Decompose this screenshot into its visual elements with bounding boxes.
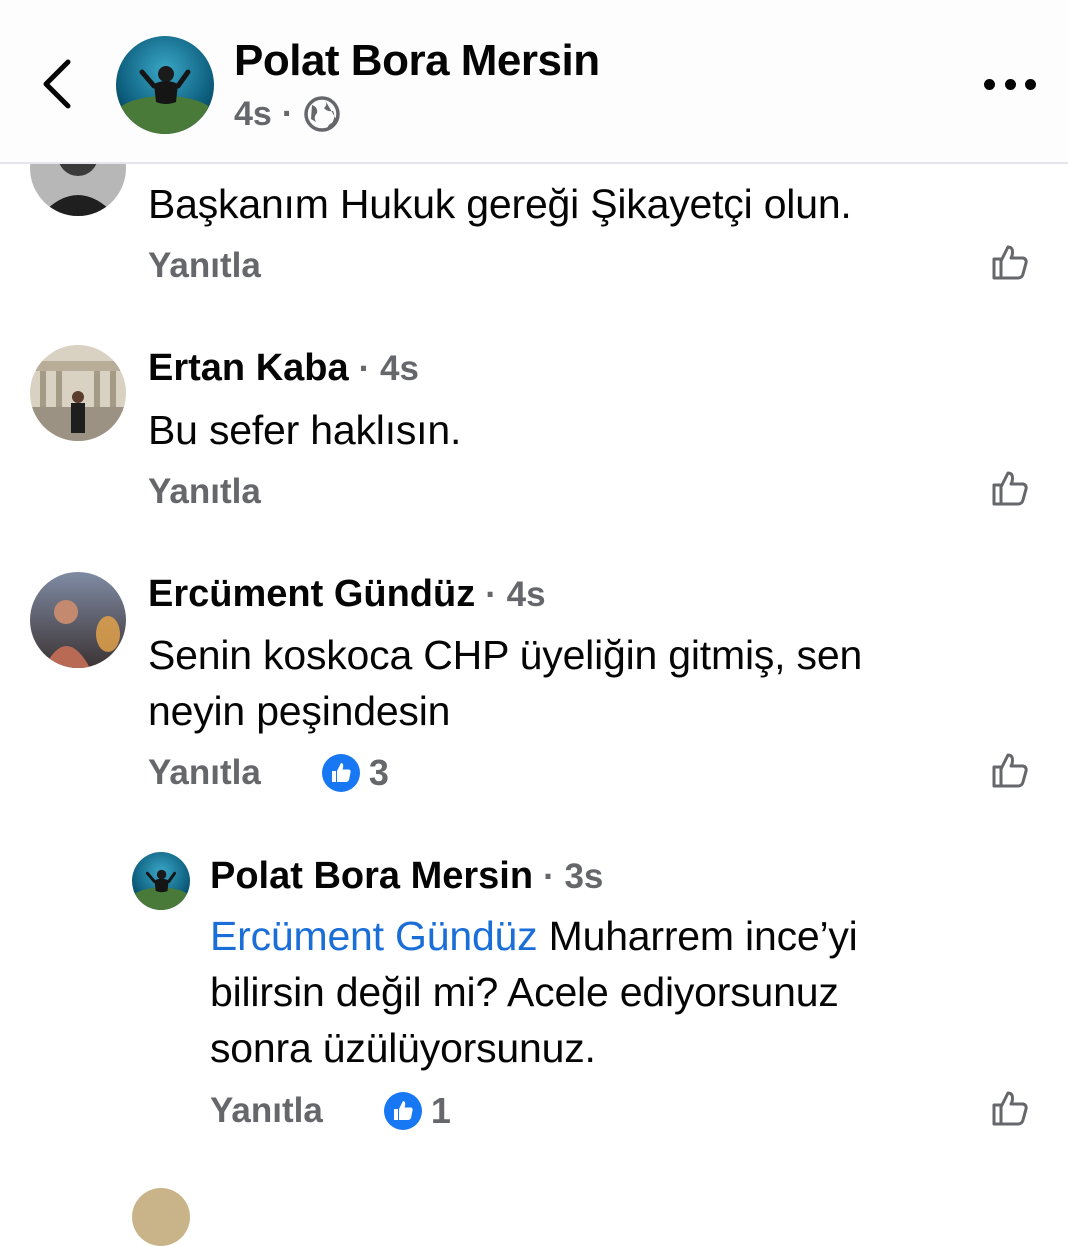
dot-icon — [1025, 78, 1036, 90]
comment-author[interactable]: Ertan Kaba — [148, 347, 349, 390]
reply-button[interactable]: Yanıtla — [210, 1091, 323, 1131]
mention-link[interactable]: Ercüment Gündüz — [210, 913, 538, 959]
comment-text: Ercüment Gündüz Muharrem ince’yi bilirsi… — [210, 908, 858, 1076]
like-badge-icon — [383, 1092, 422, 1130]
comment-actions: Yanıtla 1 — [210, 1090, 451, 1132]
commenter-avatar[interactable] — [132, 1188, 190, 1246]
post-meta: 4s · — [234, 94, 341, 134]
thumbs-up-icon[interactable] — [990, 468, 1030, 508]
comment-text-line: bilirsin değil mi? Acele ediyorsunuz — [210, 969, 839, 1015]
chevron-left-icon — [43, 59, 71, 109]
commenter-avatar[interactable] — [132, 852, 190, 910]
comment-time: · 4s — [485, 575, 546, 614]
comment-text-line: Ercüment Gündüz Muharrem ince’yi — [210, 908, 858, 964]
comment-author[interactable]: Ercüment Gündüz — [148, 573, 475, 616]
comment-header: Ercüment Gündüz · 4s — [148, 573, 546, 616]
page-title[interactable]: Polat Bora Mersin — [234, 36, 600, 86]
thumbs-up-icon[interactable] — [990, 242, 1030, 282]
reaction-count: 1 — [430, 1090, 451, 1131]
author-avatar[interactable] — [116, 36, 214, 134]
comment-text-line: sonra üzülüyorsunuz. — [210, 1025, 596, 1071]
comment-text-segment: Muharrem ince’yi — [537, 913, 858, 959]
dot-icon — [984, 78, 995, 90]
reaction-count: 3 — [368, 752, 389, 793]
comment-actions: Yanıtla 3 — [148, 752, 389, 794]
comment-author[interactable]: Polat Bora Mersin — [210, 855, 533, 898]
post-time: 4s — [234, 94, 272, 133]
comment-text: Senin koskoca CHP üyeliğin gitmiş, sen n… — [148, 627, 862, 739]
thumbs-up-icon[interactable] — [990, 1088, 1030, 1128]
post-header: Polat Bora Mersin 4s · — [0, 0, 1068, 164]
comment-time: · 4s — [358, 349, 419, 388]
comment-text-line: Senin koskoca CHP üyeliğin gitmiş, sen — [148, 632, 863, 678]
reply-button[interactable]: Yanıtla — [148, 246, 261, 286]
reply-button[interactable]: Yanıtla — [148, 753, 261, 793]
meta-separator: · — [281, 94, 294, 133]
thumbs-up-icon[interactable] — [990, 750, 1030, 790]
commenter-avatar[interactable] — [30, 345, 126, 441]
comment-header: Ertan Kaba · 4s — [148, 347, 419, 390]
comment-time: · 3s — [543, 857, 604, 896]
reply-button[interactable]: Yanıtla — [148, 472, 261, 512]
comment-header: Polat Bora Mersin · 3s — [210, 855, 603, 898]
like-badge-icon — [321, 754, 360, 792]
comment-text: Bu sefer haklısın. — [148, 407, 462, 453]
globe-icon — [304, 96, 340, 132]
more-options-button[interactable] — [984, 70, 1036, 98]
reaction-summary[interactable]: 1 — [383, 1090, 451, 1132]
comment-actions: Yanıtla — [148, 472, 261, 512]
comment-text: Başkanım Hukuk gereği Şikayetçi olun. — [148, 181, 852, 227]
commenter-avatar[interactable] — [30, 572, 126, 668]
comment-actions: Yanıtla — [148, 246, 261, 286]
reaction-summary[interactable]: 3 — [321, 752, 389, 794]
comment-text-line: neyin peşindesin — [148, 688, 451, 734]
back-button[interactable] — [34, 52, 82, 116]
dot-icon — [1004, 78, 1016, 90]
